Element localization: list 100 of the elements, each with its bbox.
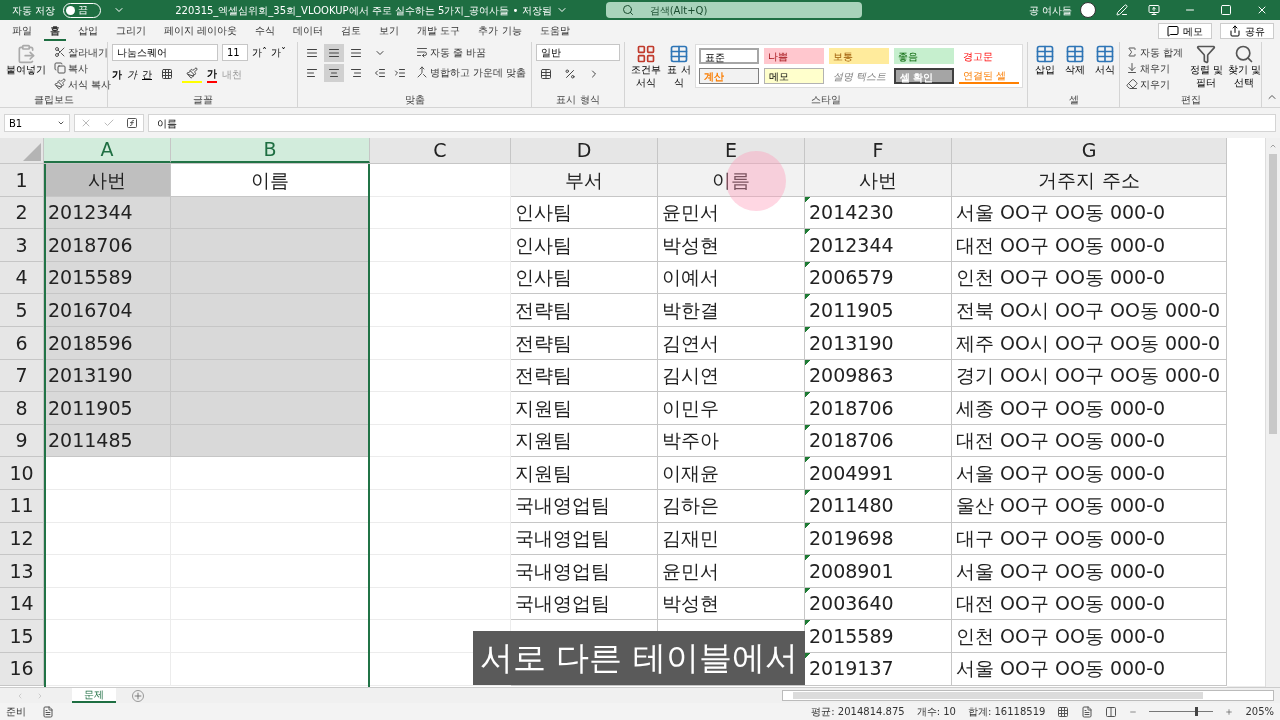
- underline-button[interactable]: 간: [142, 66, 152, 82]
- row-header[interactable]: 6: [0, 326, 44, 360]
- column-header[interactable]: F: [805, 138, 952, 163]
- formula-field[interactable]: 이름: [148, 114, 1276, 132]
- share-button[interactable]: 공유: [1220, 23, 1274, 39]
- find-select-button[interactable]: 찾기 및 선택: [1227, 44, 1262, 89]
- copy-button[interactable]: 복사: [52, 60, 114, 76]
- paste-button[interactable]: 붙여넣기: [4, 44, 48, 77]
- table-cell: 경기 OO시 OO구 OO동 000-0: [952, 359, 1227, 393]
- column-header[interactable]: B: [171, 138, 370, 163]
- vertical-scroll-thumb[interactable]: [1269, 154, 1277, 434]
- clear-button[interactable]: 지우기: [1124, 76, 1186, 92]
- align-center-button[interactable]: [324, 64, 344, 82]
- cell-style[interactable]: 보통: [829, 48, 889, 64]
- avatar[interactable]: [1080, 2, 1096, 18]
- fill-color-button[interactable]: [182, 65, 202, 83]
- search-field[interactable]: 검색(Alt+Q): [605, 2, 862, 18]
- number-format-field[interactable]: 일반: [536, 44, 620, 61]
- format-as-table-button[interactable]: 표 서식: [667, 44, 691, 89]
- row-header[interactable]: 4: [0, 261, 44, 295]
- bold-button[interactable]: 가: [112, 66, 122, 82]
- ribbon-tab[interactable]: 보기: [373, 21, 406, 41]
- font-size-field[interactable]: 11: [222, 44, 248, 61]
- column-header[interactable]: D: [511, 138, 658, 163]
- name-box[interactable]: B1: [4, 114, 70, 132]
- cell-style[interactable]: 나쁨: [764, 48, 824, 64]
- wrap-text-button[interactable]: 자동 줄 바꿈: [414, 44, 529, 60]
- cell-style[interactable]: 설명 텍스트: [829, 68, 889, 84]
- row-header[interactable]: 5: [0, 294, 44, 327]
- ribbon-tab[interactable]: 검토: [335, 21, 368, 41]
- cell-style[interactable]: 경고문: [959, 48, 1019, 64]
- row-header[interactable]: 7: [0, 359, 44, 393]
- table-cell: 제주 OO시 OO구 OO동 000-0: [952, 326, 1227, 360]
- cells-button[interactable]: 삭제: [1062, 44, 1088, 77]
- row-header[interactable]: 10: [0, 457, 44, 490]
- horizontal-scrollbar[interactable]: [782, 690, 1274, 701]
- font-color-button[interactable]: 가: [207, 65, 217, 83]
- column-header[interactable]: E: [658, 138, 805, 163]
- sort-filter-button[interactable]: 정렬 및 필터: [1189, 44, 1224, 89]
- grow-font-button[interactable]: 가ˆ: [252, 45, 267, 60]
- pen-icon: [1116, 4, 1128, 16]
- ribbon-tab[interactable]: 수식: [249, 21, 282, 41]
- table-icon: [669, 44, 689, 64]
- table-cell: 2003640: [805, 587, 952, 621]
- table-cell: 서울 OO구 OO동 000-0: [952, 652, 1227, 686]
- column-header[interactable]: C: [370, 138, 511, 163]
- row-header[interactable]: 1: [0, 164, 44, 197]
- row-header[interactable]: 16: [0, 652, 44, 686]
- table-cell: 사번: [44, 164, 171, 197]
- row-header[interactable]: 14: [0, 587, 44, 621]
- table-cell: 2006579: [805, 261, 952, 295]
- row-header[interactable]: 11: [0, 489, 44, 523]
- scroll-left-icon: [16, 691, 24, 700]
- align-center-icon: [328, 67, 340, 79]
- row-header[interactable]: 2: [0, 196, 44, 230]
- table-cell: 인사팀: [511, 196, 658, 230]
- conditional-format-button[interactable]: 조건부 서식: [629, 44, 663, 89]
- ribbon-tab[interactable]: 데이터: [287, 21, 330, 41]
- table-icon: [1065, 44, 1085, 64]
- ribbon-tab[interactable]: 개발 도구: [411, 21, 467, 41]
- merge-button[interactable]: 병합하고 가운데 맞춤: [414, 64, 529, 80]
- row-header[interactable]: 15: [0, 620, 44, 653]
- table-cell: 세종 OO구 OO동 000-0: [952, 392, 1227, 425]
- ribbon-tab[interactable]: 추가 기능: [472, 21, 528, 41]
- shrink-font-button[interactable]: 가ˇ: [271, 45, 286, 60]
- align-left-icon: [306, 67, 318, 79]
- ribbon-tab[interactable]: 페이지 레이아웃: [158, 21, 244, 41]
- cell-style[interactable]: 표준: [699, 48, 759, 64]
- cut-button[interactable]: 잘라내기: [52, 44, 114, 60]
- autosum-button[interactable]: 자동 합계: [1124, 44, 1186, 60]
- cells-button[interactable]: 서식: [1092, 44, 1118, 77]
- cell-style[interactable]: 메모: [764, 68, 824, 84]
- font-name-field[interactable]: 나눔스퀘어: [112, 44, 218, 61]
- ribbon-tab[interactable]: 파일: [6, 21, 38, 41]
- zoom-percent[interactable]: 205%: [1245, 704, 1274, 719]
- comments-button[interactable]: 메모: [1158, 23, 1212, 39]
- brush-icon: [54, 78, 66, 90]
- sheet-tab[interactable]: 문제: [72, 688, 116, 703]
- row-header[interactable]: 12: [0, 522, 44, 556]
- table-cell: 대구 OO구 OO동 000-0: [952, 522, 1227, 556]
- cell-style[interactable]: 좋음: [894, 48, 954, 64]
- cells-button[interactable]: 삽입: [1032, 44, 1058, 77]
- row-header[interactable]: 9: [0, 424, 44, 458]
- ribbon-tab[interactable]: 그리기: [110, 21, 152, 41]
- table-cell: 서울 OO구 OO동 000-0: [952, 555, 1227, 588]
- status-stat: 개수: 10: [916, 705, 956, 719]
- status-stat: 평균: 2014814.875: [811, 705, 905, 719]
- table-cell: 이름: [658, 164, 805, 197]
- ribbon-tab[interactable]: 도움말: [533, 21, 576, 41]
- row-header[interactable]: 13: [0, 555, 44, 588]
- row-header[interactable]: 3: [0, 229, 44, 262]
- align-middle-button[interactable]: [324, 44, 344, 62]
- fill-button[interactable]: 채우기: [1124, 60, 1186, 76]
- table-cell: 거주지 주소: [952, 164, 1227, 197]
- italic-button[interactable]: 가: [127, 66, 137, 82]
- group-label: 클립보드: [33, 95, 74, 105]
- align-right-icon: [350, 67, 362, 79]
- column-header[interactable]: A: [44, 138, 171, 163]
- ribbon-tab[interactable]: 삽입: [72, 21, 104, 41]
- row-header[interactable]: 8: [0, 392, 44, 425]
